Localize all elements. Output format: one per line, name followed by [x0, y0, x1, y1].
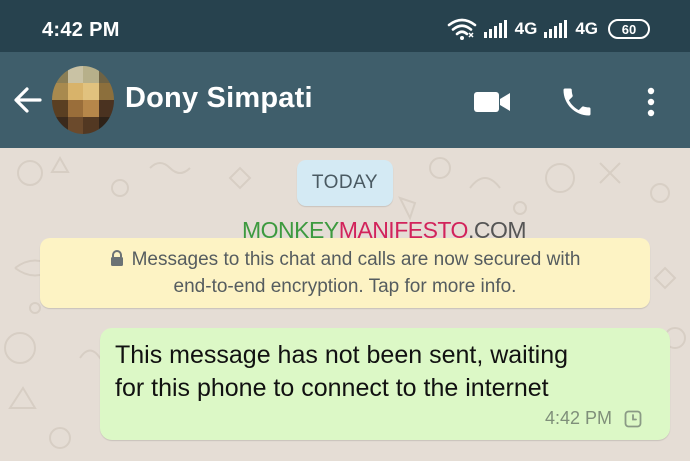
network-label-2: 4G [575, 19, 598, 38]
video-call-icon [474, 92, 510, 112]
signal-icon [483, 20, 507, 38]
encryption-notice[interactable]: Messages to this chat and calls are now … [40, 238, 650, 308]
video-call-button[interactable] [472, 82, 512, 122]
lock-icon [110, 250, 123, 266]
encryption-notice-line-2: end-to-end encryption. Tap for more info… [173, 276, 517, 297]
voice-call-button[interactable] [557, 82, 597, 122]
network-label-1: 4G [514, 19, 538, 38]
status-indicators: 4G 4G 60 [447, 17, 650, 41]
message-text-line-2: for this phone to connect to the interne… [115, 374, 549, 402]
chat-area[interactable]: TODAY MONKEYMANIFESTO.COM Messages to th… [0, 148, 690, 461]
message-text-line-1: This message has not been sent, waiting [115, 341, 569, 369]
status-time: 4:42 PM [42, 19, 120, 41]
encryption-text-1: Messages to this chat and calls are now … [131, 249, 581, 270]
more-vert-icon [647, 87, 655, 117]
clock-icon [624, 410, 642, 427]
message-time: 4:42 PM [544, 408, 612, 428]
outgoing-message[interactable]: This message has not been sent, waiting … [100, 328, 670, 440]
contact-name[interactable]: Dony Simpati [125, 82, 313, 115]
signal-icon [544, 20, 568, 38]
back-arrow-icon [14, 87, 42, 113]
phone-icon [563, 88, 591, 116]
avatar[interactable] [52, 66, 114, 134]
message-meta: 4:42 PM [545, 408, 642, 429]
status-bar: 4:42 PM 4G 4G 60 [0, 0, 690, 52]
battery-icon: 60 [608, 19, 650, 39]
date-chip: TODAY [297, 160, 393, 206]
wifi-icon [447, 18, 476, 40]
message-text: This message has not been sent, waiting … [115, 339, 645, 405]
battery-level: 60 [621, 21, 637, 37]
chat-header: Dony Simpati [0, 52, 690, 148]
more-options-button[interactable] [631, 82, 671, 122]
back-button[interactable] [12, 84, 44, 116]
encryption-notice-line-1: Messages to this chat and calls are now … [40, 246, 650, 273]
